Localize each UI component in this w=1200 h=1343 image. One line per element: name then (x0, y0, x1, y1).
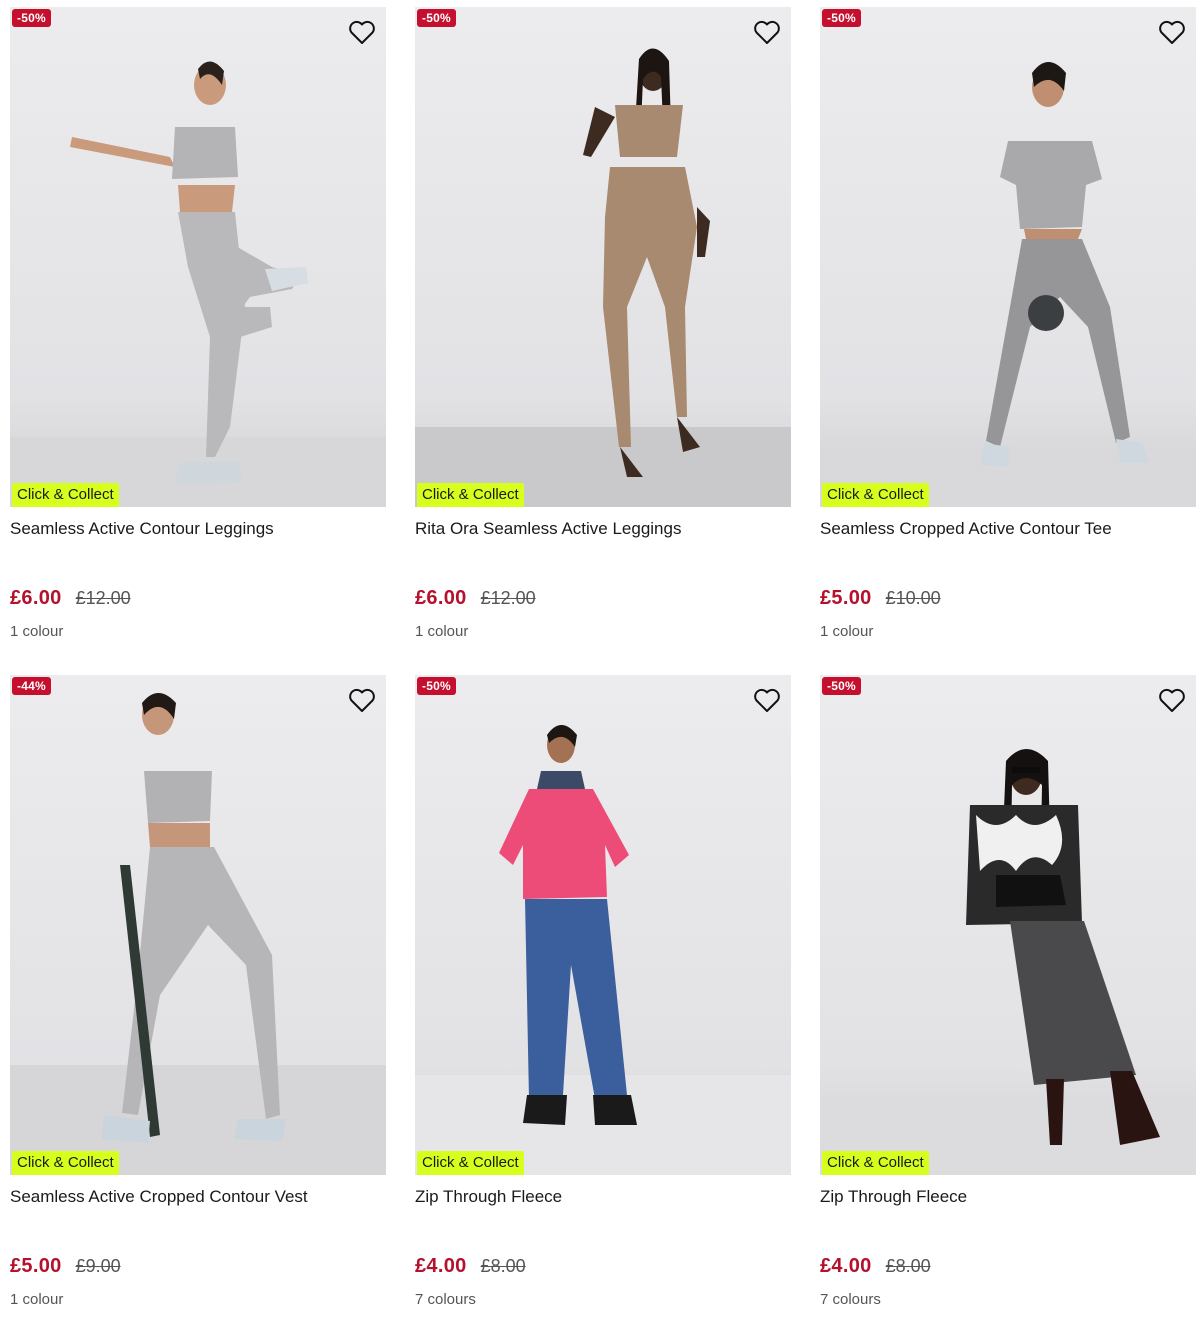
product-image[interactable]: -50% Click & Collect (415, 7, 791, 507)
sale-price: £4.00 (820, 1255, 872, 1277)
discount-badge: -44% (12, 677, 51, 695)
discount-badge: -50% (822, 677, 861, 695)
click-collect-tag: Click & Collect (12, 1151, 119, 1175)
product-title[interactable]: Seamless Active Cropped Contour Vest (10, 1187, 386, 1231)
discount-badge: -50% (417, 677, 456, 695)
product-grid: -50% Click & Collect Seamless Active Con… (10, 7, 1196, 1343)
product-image[interactable]: -44% Click & Collect (10, 675, 386, 1175)
price-row: £5.00 £9.00 (10, 1255, 386, 1281)
product-title[interactable]: Rita Ora Seamless Active Leggings (415, 519, 791, 563)
sale-price: £5.00 (10, 1255, 62, 1277)
click-collect-tag: Click & Collect (417, 483, 524, 507)
heart-outline-icon[interactable] (753, 687, 781, 713)
discount-badge: -50% (12, 9, 51, 27)
product-title[interactable]: Seamless Cropped Active Contour Tee (820, 519, 1196, 563)
price-row: £5.00 £10.00 (820, 587, 1196, 613)
product-card[interactable]: -50% Click & Collect Seamless Cropped Ac… (820, 7, 1196, 675)
heart-outline-icon[interactable] (753, 19, 781, 45)
click-collect-tag: Click & Collect (822, 1151, 929, 1175)
model-photo (820, 749, 1196, 1175)
product-title[interactable]: Seamless Active Contour Leggings (10, 519, 386, 563)
product-image[interactable]: -50% Click & Collect (10, 7, 386, 507)
sale-price: £6.00 (10, 587, 62, 609)
product-card[interactable]: -50% Click & Collect Seamless Active Con… (10, 7, 386, 675)
click-collect-tag: Click & Collect (12, 483, 119, 507)
sale-price: £4.00 (415, 1255, 467, 1277)
colour-count: 1 colour (820, 623, 874, 640)
original-price: £8.00 (885, 1256, 931, 1276)
original-price: £12.00 (75, 588, 131, 608)
heart-outline-icon[interactable] (1158, 687, 1186, 713)
discount-badge: -50% (417, 9, 456, 27)
model-photo (10, 693, 386, 1175)
sale-price: £5.00 (820, 587, 872, 609)
product-card[interactable]: -50% Click & Collect Zip Through Fleece … (415, 675, 791, 1343)
model-photo (415, 48, 791, 507)
heart-outline-icon[interactable] (348, 687, 376, 713)
price-row: £4.00 £8.00 (415, 1255, 791, 1281)
product-image[interactable]: -50% Click & Collect (415, 675, 791, 1175)
product-image[interactable]: -50% Click & Collect (820, 675, 1196, 1175)
model-photo (820, 62, 1196, 507)
original-price: £10.00 (885, 588, 941, 608)
price-row: £6.00 £12.00 (10, 587, 386, 613)
heart-outline-icon[interactable] (1158, 19, 1186, 45)
product-card[interactable]: -50% Click & Collect Zip Through Fleece … (820, 675, 1196, 1343)
heart-outline-icon[interactable] (348, 19, 376, 45)
original-price: £9.00 (75, 1256, 121, 1276)
product-title[interactable]: Zip Through Fleece (820, 1187, 1196, 1231)
product-card[interactable]: -50% Click & Collect Rita Ora Seamless A… (415, 7, 791, 675)
colour-count: 1 colour (415, 623, 469, 640)
click-collect-tag: Click & Collect (417, 1151, 524, 1175)
colour-count: 1 colour (10, 623, 64, 640)
price-row: £4.00 £8.00 (820, 1255, 1196, 1281)
product-card[interactable]: -44% Click & Collect Seamless Active Cro… (10, 675, 386, 1343)
product-image[interactable]: -50% Click & Collect (820, 7, 1196, 507)
model-photo (10, 61, 386, 507)
discount-badge: -50% (822, 9, 861, 27)
original-price: £12.00 (480, 588, 536, 608)
price-row: £6.00 £12.00 (415, 587, 791, 613)
model-photo (415, 725, 791, 1175)
click-collect-tag: Click & Collect (822, 483, 929, 507)
sale-price: £6.00 (415, 587, 467, 609)
product-title[interactable]: Zip Through Fleece (415, 1187, 791, 1231)
original-price: £8.00 (480, 1256, 526, 1276)
